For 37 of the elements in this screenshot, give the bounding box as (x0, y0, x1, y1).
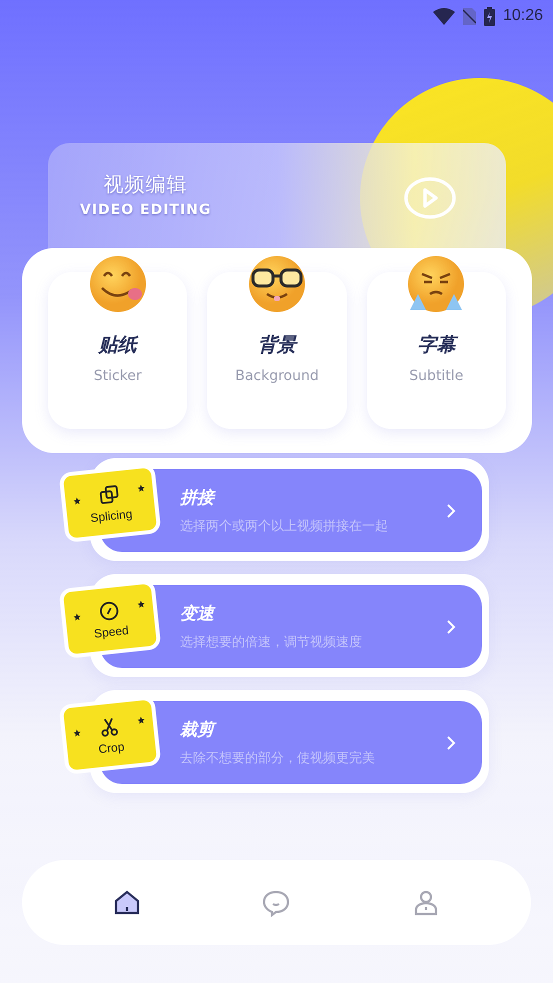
tool-description: 选择两个或两个以上视频拼接在一起 (180, 518, 389, 535)
header-title: 视频编辑 (104, 171, 188, 198)
feature-subtitle: Subtitle (409, 368, 464, 384)
star-icon (73, 497, 81, 505)
tool-description: 去除不想要的部分，使视频更完美 (180, 750, 376, 767)
star-icon (73, 613, 81, 621)
feature-title: 贴纸 (98, 333, 137, 358)
feature-card[interactable]: 字幕 Subtitle (366, 272, 506, 429)
chevron-right-icon (446, 502, 456, 518)
star-icon (73, 729, 81, 737)
feature-card[interactable]: 背景 Background (207, 272, 347, 429)
tool-title: 拼接 (180, 487, 217, 509)
star-icon (137, 716, 145, 724)
tool-title: 变速 (180, 603, 216, 625)
steam-emoji-icon (406, 254, 466, 314)
star-icon (137, 484, 145, 492)
battery-icon (484, 6, 495, 26)
feature-subtitle: Background (235, 368, 319, 384)
overlapping-squares-icon (97, 482, 122, 507)
feature-title: 背景 (258, 333, 296, 358)
status-time: 10:26 (502, 7, 543, 25)
badge-label: Splicing (90, 506, 133, 525)
badge-label: Crop (98, 739, 125, 756)
feature-card[interactable]: 贴纸 Sticker (48, 272, 188, 429)
tongue-emoji-icon (88, 254, 148, 314)
tool-description: 选择想要的倍速，调节视频速度 (180, 634, 363, 651)
glasses-emoji-icon (246, 254, 307, 314)
tool-title: 裁剪 (180, 718, 446, 741)
play-icon (404, 177, 456, 219)
header-subtitle: VIDEO EDITING (80, 202, 212, 218)
badge-label: Speed (93, 622, 130, 640)
feature-subtitle: Sticker (94, 368, 142, 384)
no-sim-icon (462, 8, 476, 24)
chevron-right-icon (446, 618, 456, 634)
chevron-right-icon (446, 734, 456, 750)
wifi-icon (432, 8, 455, 24)
star-icon (137, 600, 145, 608)
